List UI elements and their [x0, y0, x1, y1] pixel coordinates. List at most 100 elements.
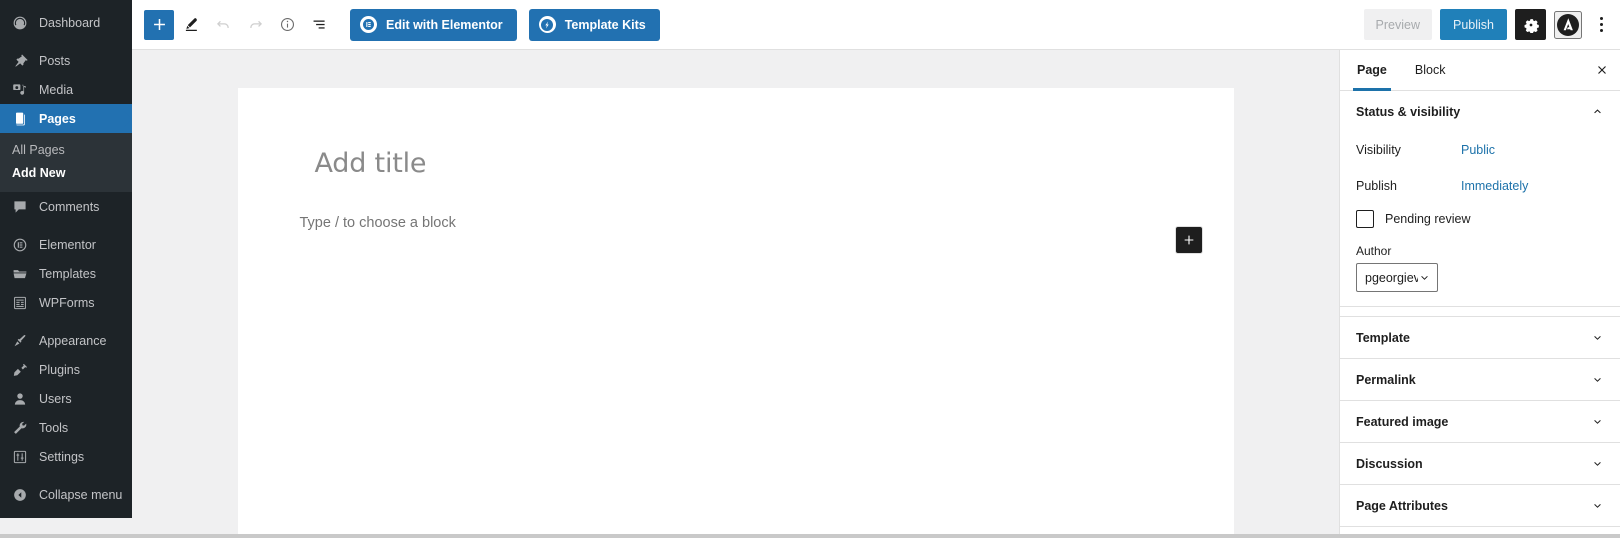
envato-logo-icon — [1557, 13, 1579, 36]
visibility-row: Visibility Public — [1356, 132, 1604, 168]
sidebar-item-elementor[interactable]: Elementor — [0, 230, 132, 259]
sidebar-item-dashboard[interactable]: Dashboard — [0, 8, 132, 37]
featured-image-title: Featured image — [1356, 414, 1449, 429]
kebab-menu-icon — [1599, 17, 1603, 20]
sidebar-item-settings[interactable]: Settings — [0, 442, 132, 471]
publish-button[interactable]: Publish — [1440, 9, 1507, 40]
chevron-down-icon — [1591, 499, 1604, 512]
info-icon — [280, 17, 294, 32]
elementor-badge-icon — [360, 16, 377, 33]
sidebar-item-tools[interactable]: Tools — [0, 413, 132, 442]
user-icon — [10, 389, 30, 409]
sidebar-item-media[interactable]: Media — [0, 75, 132, 104]
undo-button[interactable] — [208, 10, 238, 40]
chevron-down-icon — [1591, 415, 1604, 428]
permalink-header[interactable]: Permalink — [1356, 359, 1604, 400]
edit-tool-button[interactable] — [176, 10, 206, 40]
settings-sidebar: Page Block Status & visibility Visibilit… — [1339, 50, 1620, 538]
author-selected-value: pgeorgiev — [1365, 270, 1418, 285]
sidebar-item-pages[interactable]: Pages — [0, 104, 132, 133]
template-header[interactable]: Template — [1356, 317, 1604, 358]
gear-icon — [1524, 18, 1539, 33]
tab-page-label: Page — [1357, 63, 1387, 77]
sidebar-item-collapse-menu[interactable]: Collapse menu — [0, 480, 132, 509]
block-appender-button[interactable] — [1175, 227, 1202, 253]
sidebar-item-appearance[interactable]: Appearance — [0, 326, 132, 355]
status-visibility-title: Status & visibility — [1356, 104, 1461, 119]
publish-value-button[interactable]: Immediately — [1461, 179, 1528, 193]
sidebar-item-label: Appearance — [39, 333, 107, 348]
collapse-icon — [10, 485, 30, 505]
chevron-down-icon — [1591, 331, 1604, 344]
publish-row: Publish Immediately — [1356, 168, 1604, 204]
permalink-section: Permalink — [1340, 359, 1620, 401]
sidebar-item-comments[interactable]: Comments — [0, 192, 132, 221]
plus-icon — [153, 19, 165, 30]
wp-admin-sidebar: Dashboard Posts Media Pages All Pages Ad… — [0, 0, 132, 518]
discussion-header[interactable]: Discussion — [1356, 443, 1604, 484]
pin-icon — [10, 51, 30, 71]
sidebar-item-plugins[interactable]: Plugins — [0, 355, 132, 384]
submenu-item-add-new[interactable]: Add New — [0, 162, 132, 185]
pending-review-checkbox[interactable]: Pending review — [1356, 210, 1604, 228]
kebab-menu-icon — [1599, 23, 1603, 26]
comments-icon — [10, 197, 30, 217]
sidebar-item-label: Templates — [39, 266, 96, 281]
submenu-item-label: Add New — [12, 166, 66, 180]
sidebar-item-label: Posts — [39, 53, 71, 68]
redo-button[interactable] — [240, 10, 270, 40]
redo-icon — [249, 20, 262, 28]
template-kits-button[interactable]: Template Kits — [528, 8, 660, 41]
sidebar-item-label: Collapse menu — [39, 487, 123, 502]
list-view-button[interactable] — [304, 10, 334, 40]
chevron-down-icon — [1418, 271, 1431, 284]
chevron-up-icon — [1591, 105, 1604, 118]
visibility-label: Visibility — [1356, 143, 1401, 157]
more-options-button[interactable] — [1590, 10, 1612, 40]
submenu-item-all-pages[interactable]: All Pages — [0, 139, 132, 162]
undo-icon — [216, 20, 229, 28]
envato-logo-button[interactable] — [1554, 10, 1582, 39]
details-button[interactable] — [272, 10, 302, 40]
window-bottom-scrollbar[interactable] — [0, 534, 1620, 538]
sidebar-item-posts[interactable]: Posts — [0, 46, 132, 75]
page-attributes-section: Page Attributes — [1340, 485, 1620, 527]
sidebar-item-label: Media — [39, 82, 74, 97]
status-visibility-header[interactable]: Status & visibility — [1356, 91, 1604, 132]
template-kits-label: Template Kits — [564, 17, 646, 32]
sidebar-item-label: WPForms — [39, 295, 95, 310]
toolbar-right-group: Preview Publish — [1363, 9, 1612, 40]
add-block-button[interactable] — [144, 9, 174, 40]
preview-button[interactable]: Preview — [1363, 9, 1432, 40]
editor-canvas-wrap: Add title Type / to choose a block — [132, 50, 1339, 538]
sidebar-item-users[interactable]: Users — [0, 384, 132, 413]
pencil-icon — [185, 18, 197, 31]
default-block-appender-input[interactable]: Type / to choose a block — [300, 215, 1234, 231]
page-attributes-header[interactable]: Page Attributes — [1356, 485, 1604, 526]
elementor-icon — [10, 235, 30, 255]
menu-separator — [0, 221, 132, 230]
permalink-title: Permalink — [1356, 372, 1416, 387]
sidebar-item-wpforms[interactable]: WPForms — [0, 288, 132, 317]
settings-toggle-button[interactable] — [1515, 9, 1546, 40]
menu-separator — [0, 37, 132, 46]
wordpress-block-editor: Dashboard Posts Media Pages All Pages Ad… — [0, 0, 1620, 538]
tab-block-label: Block — [1414, 63, 1446, 77]
close-icon — [1598, 66, 1606, 74]
post-title-input[interactable]: Add title — [315, 148, 1234, 179]
close-sidebar-button[interactable] — [1584, 50, 1620, 90]
visibility-value-button[interactable]: Public — [1461, 143, 1495, 157]
chevron-down-icon — [1591, 457, 1604, 470]
featured-image-header[interactable]: Featured image — [1356, 401, 1604, 442]
pages-icon — [10, 109, 30, 129]
author-select[interactable]: pgeorgiev — [1356, 263, 1438, 292]
list-view-icon — [313, 20, 325, 29]
plug-icon — [10, 360, 30, 380]
kebab-menu-icon — [1599, 29, 1603, 32]
sidebar-item-label: Dashboard — [39, 15, 101, 30]
publish-label: Publish — [1356, 179, 1397, 193]
tab-block[interactable]: Block — [1401, 50, 1460, 90]
sidebar-item-templates[interactable]: Templates — [0, 259, 132, 288]
tab-page[interactable]: Page — [1343, 50, 1401, 91]
edit-with-elementor-button[interactable]: Edit with Elementor — [350, 8, 517, 41]
